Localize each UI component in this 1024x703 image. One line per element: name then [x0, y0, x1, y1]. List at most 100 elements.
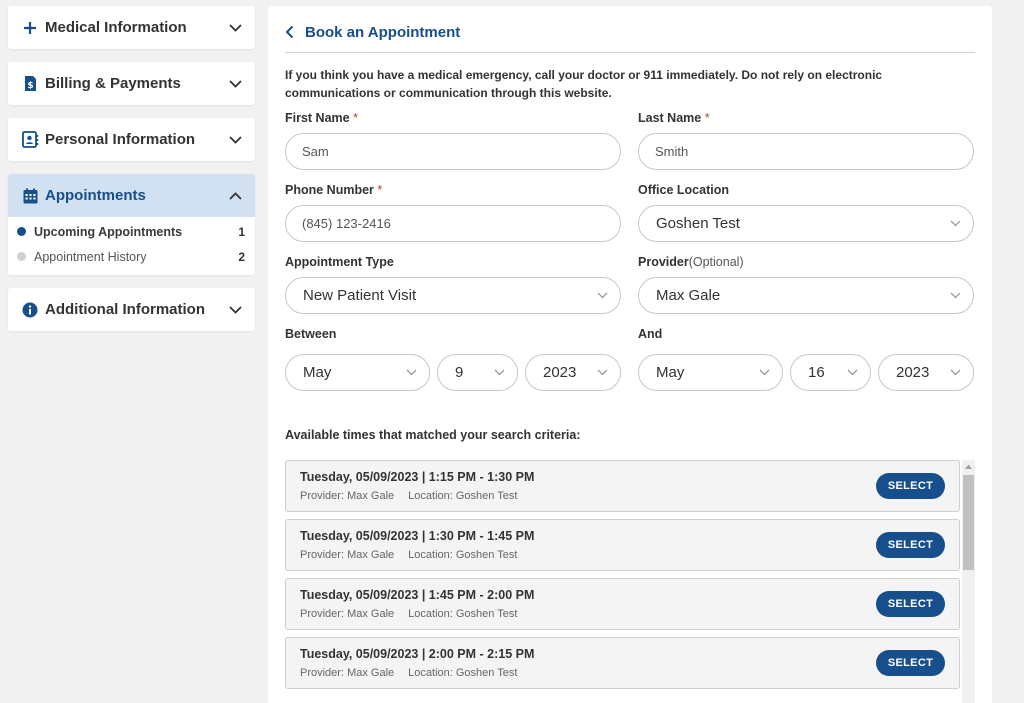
between-label: Between — [285, 327, 337, 341]
results-scrollbar[interactable] — [962, 460, 975, 703]
time-slot-provider: Provider: Max Gale — [300, 608, 395, 620]
time-slot: Tuesday, 05/09/2023 | 1:30 PM - 1:45 PM … — [285, 519, 960, 571]
scroll-up-arrow-icon[interactable] — [962, 460, 975, 473]
chevron-up-icon — [227, 188, 243, 204]
plus-icon — [21, 19, 39, 37]
between-month-select[interactable]: May — [285, 354, 430, 391]
info-icon — [21, 301, 39, 319]
appointment-type-select[interactable]: New Patient Visit — [285, 277, 621, 314]
chevron-down-icon — [227, 132, 243, 148]
time-slot: Tuesday, 05/09/2023 | 2:00 PM - 2:15 PM … — [285, 637, 960, 689]
time-slot-provider: Provider: Max Gale — [300, 549, 395, 561]
between-month-value: May — [303, 364, 332, 381]
time-slot-provider: Provider: Max Gale — [300, 490, 395, 502]
and-day-select[interactable]: 16 — [790, 354, 871, 391]
and-label: And — [638, 327, 663, 341]
between-year-select[interactable]: 2023 — [525, 354, 621, 391]
appointment-type-value: New Patient Visit — [303, 287, 417, 304]
time-slot-meta: Provider: Max Gale Location: Goshen Test — [300, 549, 876, 561]
office-location-field-group: Office Location Goshen Test — [638, 183, 974, 242]
page-title[interactable]: Book an Appointment — [305, 24, 460, 41]
sidebar-item-label: Upcoming Appointments — [34, 224, 183, 239]
and-month-select[interactable]: May — [638, 354, 783, 391]
between-date-group: Between May 9 2023 — [285, 327, 621, 391]
chevron-down-icon — [949, 218, 961, 230]
chevron-down-icon — [227, 302, 243, 318]
page-header: Book an Appointment — [285, 6, 975, 53]
office-location-label: Office Location — [638, 183, 729, 197]
sidebar-section-label: Personal Information — [45, 131, 196, 148]
sidebar-item-count: 2 — [238, 249, 245, 264]
select-button[interactable]: SELECT — [876, 650, 945, 676]
select-button[interactable]: SELECT — [876, 532, 945, 558]
last-name-label-text: Last Name — [638, 111, 702, 125]
sidebar-section-personal-information: Personal Information — [8, 118, 255, 161]
scrollbar-thumb[interactable] — [963, 475, 974, 570]
sidebar-section-appointments: Appointments Upcoming Appointments 1 App… — [8, 174, 255, 275]
active-dot-icon — [17, 227, 26, 236]
first-name-label: First Name * — [285, 111, 621, 128]
sidebar-header-appointments[interactable]: Appointments — [8, 174, 255, 217]
select-button[interactable]: SELECT — [876, 473, 945, 499]
emergency-notice: If you think you have a medical emergenc… — [285, 68, 883, 100]
select-button[interactable]: SELECT — [876, 591, 945, 617]
sidebar-item-label: Appointment History — [34, 249, 147, 264]
office-location-select[interactable]: Goshen Test — [638, 205, 974, 242]
chevron-down-icon — [758, 367, 770, 379]
last-name-value: Smith — [655, 144, 689, 159]
time-slot-meta: Provider: Max Gale Location: Goshen Test — [300, 667, 876, 679]
time-slot-time: Tuesday, 05/09/2023 | 1:30 PM - 1:45 PM — [300, 529, 535, 543]
first-name-value: Sam — [302, 144, 329, 159]
provider-select[interactable]: Max Gale — [638, 277, 974, 314]
first-name-input[interactable]: Sam — [285, 133, 621, 170]
first-name-label-text: First Name — [285, 111, 350, 125]
sidebar-section-label: Additional Information — [45, 301, 205, 318]
and-year-select[interactable]: 2023 — [878, 354, 974, 391]
sidebar-header-billing-payments[interactable]: $ Billing & Payments — [8, 62, 255, 105]
between-day-select[interactable]: 9 — [437, 354, 518, 391]
time-slot-location: Location: Goshen Test — [408, 667, 518, 679]
between-year-value: 2023 — [543, 364, 577, 381]
sidebar: Medical Information $ Billing & Payments… — [8, 6, 255, 344]
calendar-icon — [21, 187, 39, 205]
time-slot-time: Tuesday, 05/09/2023 | 2:00 PM - 2:15 PM — [300, 647, 535, 661]
appointment-type-label: Appointment Type — [285, 255, 394, 269]
phone-label-text: Phone Number — [285, 183, 374, 197]
contact-card-icon — [21, 131, 39, 149]
provider-label: Provider(Optional) — [638, 255, 974, 272]
sidebar-section-label: Medical Information — [45, 19, 187, 36]
time-slot-time: Tuesday, 05/09/2023 | 1:45 PM - 2:00 PM — [300, 588, 535, 602]
booking-form: First Name * Sam Last Name * Smith Phone… — [285, 111, 975, 404]
last-name-input[interactable]: Smith — [638, 133, 974, 170]
time-slot-info: Tuesday, 05/09/2023 | 1:30 PM - 1:45 PM … — [300, 529, 876, 561]
provider-value: Max Gale — [656, 287, 721, 304]
provider-field-group: Provider(Optional) Max Gale — [638, 255, 974, 314]
time-slot-time: Tuesday, 05/09/2023 | 1:15 PM - 1:30 PM — [300, 470, 535, 484]
chevron-down-icon — [949, 290, 961, 302]
available-times-list: Tuesday, 05/09/2023 | 1:15 PM - 1:30 PM … — [285, 460, 975, 703]
required-marker: * — [704, 111, 710, 125]
time-slot-info: Tuesday, 05/09/2023 | 2:00 PM - 2:15 PM … — [300, 647, 876, 679]
required-marker: * — [353, 111, 358, 125]
sidebar-header-additional-information[interactable]: Additional Information — [8, 288, 255, 331]
sidebar-header-medical-information[interactable]: Medical Information — [8, 6, 255, 49]
inactive-dot-icon — [17, 252, 26, 261]
last-name-field-group: Last Name * Smith — [638, 111, 974, 170]
sidebar-section-label: Billing & Payments — [45, 75, 181, 92]
svg-text:$: $ — [27, 81, 33, 91]
sidebar-item-count: 1 — [238, 224, 245, 239]
back-chevron-icon[interactable] — [285, 22, 305, 42]
and-month-value: May — [656, 364, 685, 381]
sidebar-item-upcoming-appointments[interactable]: Upcoming Appointments 1 — [8, 219, 255, 244]
time-slot-location: Location: Goshen Test — [408, 608, 518, 620]
sidebar-header-personal-information[interactable]: Personal Information — [8, 118, 255, 161]
phone-input[interactable]: (845) 123-2416 — [285, 205, 621, 242]
sidebar-item-appointment-history[interactable]: Appointment History 2 — [8, 244, 255, 269]
phone-value: (845) 123-2416 — [302, 216, 391, 231]
appointments-sub-list: Upcoming Appointments 1 Appointment Hist… — [8, 217, 255, 275]
and-day-value: 16 — [808, 364, 825, 381]
chevron-down-icon — [949, 367, 961, 379]
time-slot-meta: Provider: Max Gale Location: Goshen Test — [300, 490, 876, 502]
time-slot: Tuesday, 05/09/2023 | 1:45 PM - 2:00 PM … — [285, 578, 960, 630]
last-name-label: Last Name * — [638, 111, 974, 128]
